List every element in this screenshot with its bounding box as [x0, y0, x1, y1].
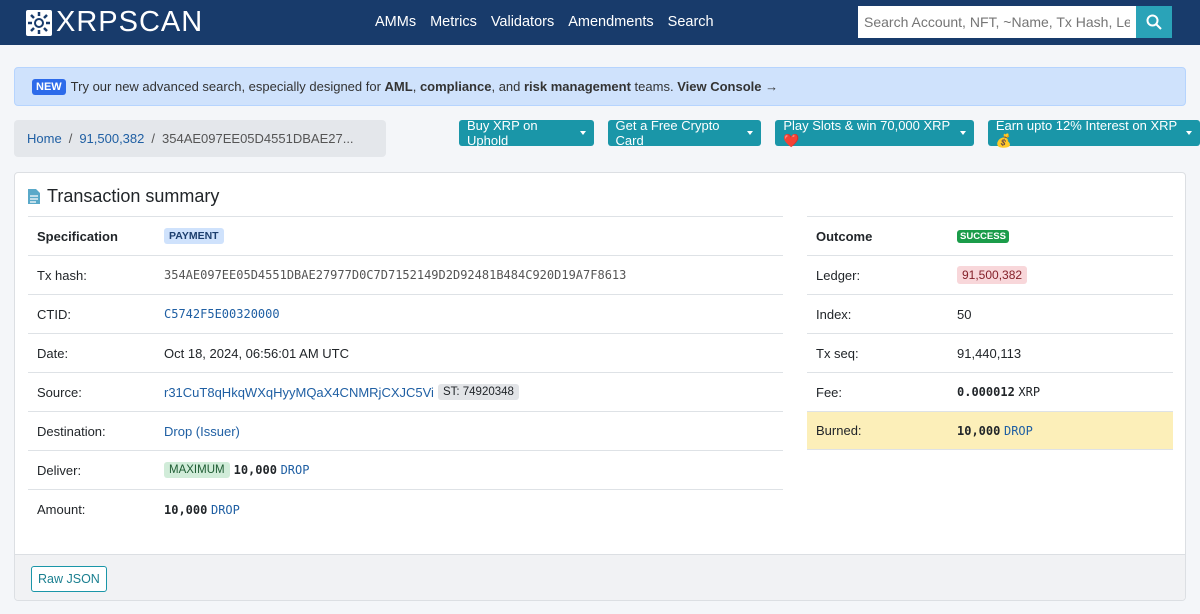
breadcrumb-sep: /	[68, 131, 73, 146]
row-deliver: Deliver: MAXIMUM 10,000 DROP	[28, 450, 783, 489]
label: Index:	[816, 306, 852, 322]
maximum-tag: MAXIMUM	[164, 462, 230, 478]
transaction-summary-card: Transaction summary Specification PAYMENT…	[14, 172, 1186, 601]
alert-text: Try our new advanced search, especially …	[70, 79, 385, 94]
burned: 10,000	[957, 423, 1001, 438]
deliver-currency-link[interactable]: DROP	[281, 463, 310, 477]
label: Burned:	[816, 423, 862, 438]
deliver-amount: 10,000	[233, 463, 277, 477]
row-index: Index: 50	[807, 294, 1173, 333]
row-fee: Fee: 0.000012 XRP	[807, 372, 1173, 411]
nav-search[interactable]: Search	[668, 14, 714, 30]
amount: 10,000	[164, 502, 208, 517]
ctid-link[interactable]: C5742F5E00320000	[164, 307, 280, 321]
alert-compliance: compliance	[419, 79, 492, 94]
nav-metrics[interactable]: Metrics	[430, 14, 477, 30]
raw-json-button[interactable]: Raw JSON	[31, 566, 107, 592]
amount-currency-link[interactable]: DROP	[211, 503, 240, 517]
nav-amendments[interactable]: Amendments	[568, 14, 653, 30]
row-tx-hash: Tx hash: 354AE097EE05D4551DBAE27977D0C7D7…	[28, 255, 783, 294]
destination-link[interactable]: Drop (Issuer)	[164, 424, 240, 439]
card-title-text: Transaction summary	[47, 186, 220, 206]
label: Source:	[37, 384, 82, 400]
label: Fee:	[816, 384, 843, 400]
label: CTID:	[37, 306, 71, 322]
alert-comma: ,	[412, 79, 420, 94]
new-feature-alert: NEW Try our new advanced search, especia…	[14, 67, 1186, 106]
earn-interest-button[interactable]: Earn upto 12% Interest on XRP💰	[987, 118, 1200, 148]
tx-seq: 91,440,113	[957, 345, 1022, 361]
burned-currency-link[interactable]: DROP	[1004, 424, 1033, 438]
label: Ledger:	[816, 267, 861, 283]
outcome-table: Outcome SUCCESS Ledger: 91,500,382 Index: 5…	[807, 216, 1173, 450]
label: Outcome	[816, 228, 873, 244]
promo-buttons: Buy XRP on Uphold Get a Free Crypto Card…	[459, 118, 1200, 148]
breadcrumb: Home / 91,500,382 / 354AE097EE05D4551DBAE2…	[14, 120, 386, 157]
label: Tx hash:	[37, 267, 87, 283]
label: Specification	[37, 228, 118, 244]
row-ledger: Ledger: 91,500,382	[807, 255, 1173, 294]
nav-validators[interactable]: Validators	[491, 14, 554, 30]
navbar: XRPSCAN AMMs Metrics Validators Amendmen…	[0, 0, 1200, 45]
label: Tx seq:	[816, 345, 859, 361]
alert-aml: AML	[384, 79, 413, 94]
main-menu: AMMs Metrics Validators Amendments Searc…	[375, 14, 714, 30]
label: Amount:	[37, 502, 86, 517]
search-icon	[1146, 14, 1162, 30]
success-badge: SUCCESS	[957, 229, 1009, 243]
breadcrumb-tx: 354AE097EE05D4551DBAE27...	[162, 131, 354, 146]
row-ctid: CTID: C5742F5E00320000	[28, 294, 783, 333]
new-badge: NEW	[32, 78, 66, 95]
label: Destination:	[37, 423, 106, 439]
row-date: Date: Oct 18, 2024, 06:56:01 AM UTC	[28, 333, 783, 372]
index: 50	[957, 306, 972, 322]
row-source: Source: r31CuT8qHkqWXqHyyMQaX4CNMRjCXJC5V…	[28, 372, 783, 411]
brand-name: XRPSCAN	[56, 6, 204, 38]
play-slots-button[interactable]: Play Slots & win 70,000 XRP❤️	[775, 118, 974, 148]
type-badge: PAYMENT	[164, 228, 224, 244]
date: Oct 18, 2024, 06:56:01 AM UTC	[164, 345, 349, 361]
fee-currency: XRP	[1018, 385, 1041, 399]
document-icon	[28, 189, 40, 204]
nav-amms[interactable]: AMMs	[375, 14, 416, 30]
alert-and: , and	[491, 79, 524, 94]
label: Deliver:	[37, 462, 82, 478]
tx-hash: 354AE097EE05D4551DBAE27977D0C7D7152149D2…	[164, 268, 627, 282]
xrpscan-logo-icon	[26, 9, 52, 36]
details-table: Specification PAYMENT Tx hash: 354AE097EE0…	[28, 216, 783, 529]
alert-teams: teams.	[630, 79, 678, 94]
crypto-card-button[interactable]: Get a Free Crypto Card	[607, 118, 762, 148]
view-console-link[interactable]: View Console →	[677, 79, 778, 94]
buy-xrp-button[interactable]: Buy XRP on Uphold	[459, 118, 594, 148]
row-specification: Specification PAYMENT	[28, 216, 783, 255]
breadcrumb-home[interactable]: Home	[27, 131, 62, 146]
source-link[interactable]: r31CuT8qHkqWXqHyyMQaX4CNMRjCXJC5Vi	[164, 385, 434, 400]
row-burned: Burned: 10,000 DROP	[807, 411, 1173, 450]
row-outcome: Outcome SUCCESS	[807, 216, 1173, 255]
search-button[interactable]	[1136, 6, 1172, 38]
label: Date:	[37, 345, 69, 361]
row-amount: Amount: 10,000 DROP	[28, 489, 783, 529]
breadcrumb-sep: /	[151, 131, 156, 146]
card-title: Transaction summary	[27, 186, 219, 207]
search-input[interactable]	[858, 6, 1136, 38]
logo[interactable]: XRPSCAN	[26, 6, 203, 39]
row-destination: Destination: Drop (Issuer)	[28, 411, 783, 450]
card-footer: Raw JSON	[15, 554, 1185, 600]
breadcrumb-ledger[interactable]: 91,500,382	[79, 131, 144, 146]
alert-risk: risk management	[524, 79, 631, 94]
ledger-link[interactable]: 91,500,382	[957, 266, 1028, 284]
row-tx-seq: Tx seq: 91,440,113	[807, 333, 1173, 372]
source-tag: ST: 74920348	[437, 384, 519, 400]
fee: 0.000012	[957, 385, 1015, 399]
